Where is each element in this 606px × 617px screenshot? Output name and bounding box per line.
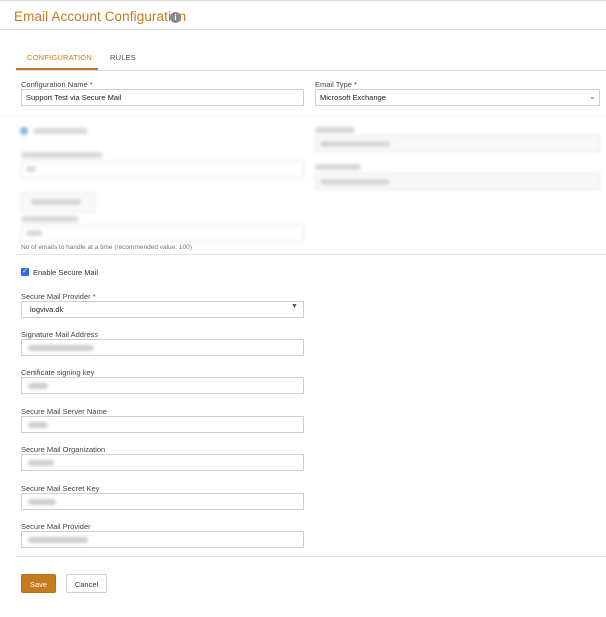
config-name-label: Configuration Name * — [21, 80, 93, 89]
save-button[interactable]: Save — [21, 574, 56, 593]
chevron-down-icon: ⌄ — [589, 92, 596, 101]
secure-mail-server-name-label: Secure Mail Server Name — [21, 407, 107, 416]
email-type-label: Email Type * — [315, 80, 357, 89]
secure-mail-secret-key-input[interactable] — [21, 493, 304, 510]
tab-rules[interactable]: RULES — [110, 53, 136, 62]
footer-divider — [16, 556, 606, 557]
tab-configuration[interactable]: CONFIGURATION — [27, 53, 92, 62]
secure-mail-provider-select[interactable]: logviva.dk — [21, 301, 304, 318]
secure-mail-organization-label: Secure Mail Organization — [21, 445, 106, 454]
secure-mail-provider-label: Secure Mail Provider * — [21, 292, 96, 301]
top-border — [0, 0, 606, 1]
email-type-select[interactable]: Microsoft Exchange — [315, 89, 600, 106]
section-divider — [16, 254, 606, 255]
page-title: Email Account Configuration — [14, 9, 187, 24]
batch-size-helper-text: No of emails to handle at a time (recomm… — [21, 244, 192, 251]
signature-mail-address-input[interactable] — [21, 339, 304, 356]
secure-mail-server-name-input[interactable] — [21, 416, 304, 433]
config-name-input[interactable]: Support Test via Secure Mail — [21, 89, 304, 106]
info-icon[interactable]: i — [170, 12, 181, 23]
cancel-button[interactable]: Cancel — [66, 574, 107, 593]
certificate-signing-key-label: Certificate signing key — [21, 368, 95, 377]
secure-mail-provider-text-label: Secure Mail Provider — [21, 522, 91, 531]
secure-mail-secret-key-label: Secure Mail Secret Key — [21, 484, 100, 493]
signature-mail-address-label: Signature Mail Address — [21, 330, 99, 339]
certificate-signing-key-input[interactable] — [21, 377, 304, 394]
dropdown-triangle-icon: ▼ — [291, 303, 298, 310]
secure-mail-organization-input[interactable] — [21, 454, 304, 471]
secure-mail-provider-text-input[interactable] — [21, 531, 304, 548]
enable-secure-mail-checkbox[interactable]: ✓ — [21, 268, 29, 276]
enable-secure-mail-label: Enable Secure Mail — [33, 268, 99, 277]
header-divider — [0, 29, 606, 30]
tab-divider — [16, 70, 606, 71]
